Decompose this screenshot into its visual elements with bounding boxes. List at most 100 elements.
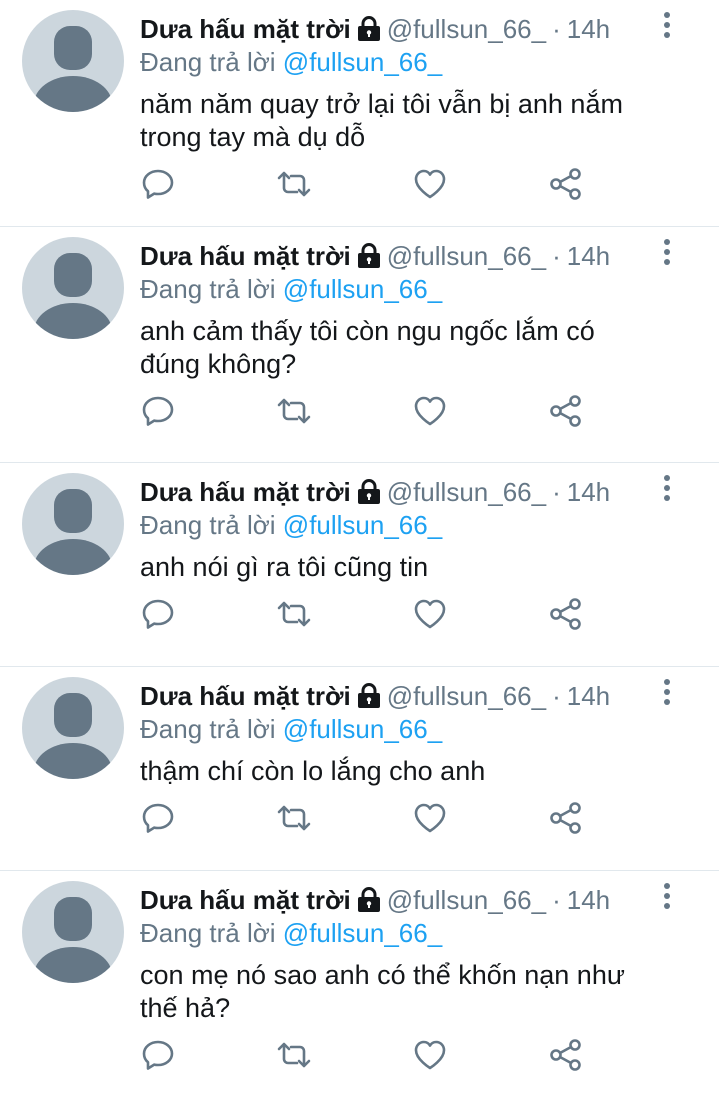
timeline: Dưa hấu mặt trời @fullsun_66_ · 14h Đang… (0, 0, 719, 1103)
tweet-header: Dưa hấu mặt trời @fullsun_66_ · 14h (140, 885, 679, 915)
share-button[interactable] (548, 800, 584, 836)
reply-icon (142, 1040, 174, 1070)
more-vertical-icon[interactable] (659, 475, 675, 505)
reply-icon (142, 599, 174, 629)
like-button[interactable] (412, 393, 448, 429)
more-vertical-icon[interactable] (659, 239, 675, 269)
user-handle[interactable]: @fullsun_66_ (387, 14, 546, 44)
separator-dot: · (552, 241, 561, 271)
reply-mention[interactable]: @fullsun_66_ (283, 918, 442, 948)
avatar[interactable] (22, 473, 124, 575)
reply-prefix: Đang trả lời (140, 918, 276, 948)
user-handle[interactable]: @fullsun_66_ (387, 241, 546, 271)
separator-dot: · (552, 681, 561, 711)
timestamp[interactable]: 14h (567, 681, 610, 711)
tweet-text: thậm chí còn lo lắng cho anh (140, 756, 486, 786)
display-name[interactable]: Dưa hấu mặt trời (140, 241, 351, 271)
retweet-icon (277, 171, 311, 197)
reply-context: Đang trả lời @fullsun_66_ (140, 713, 679, 745)
action-bar (140, 788, 719, 858)
retweet-button[interactable] (276, 800, 312, 836)
action-bar (140, 154, 719, 224)
reply-prefix: Đang trả lời (140, 47, 276, 77)
reply-context: Đang trả lời @fullsun_66_ (140, 46, 679, 78)
retweet-icon (277, 1042, 311, 1068)
lock-icon (357, 479, 380, 504)
like-button[interactable] (412, 596, 448, 632)
tweet-text: năm năm quay trở lại tôi vẫn bị anh nắm … (140, 89, 623, 152)
reply-prefix: Đang trả lời (140, 714, 276, 744)
more-vertical-icon[interactable] (659, 679, 675, 709)
like-button[interactable] (412, 800, 448, 836)
lock-icon (357, 243, 380, 268)
reply-mention[interactable]: @fullsun_66_ (283, 47, 442, 77)
retweet-button[interactable] (276, 166, 312, 202)
action-bar (140, 584, 719, 654)
share-button[interactable] (548, 596, 584, 632)
tweet[interactable]: Dưa hấu mặt trời @fullsun_66_ · 14h Đang… (0, 871, 719, 1103)
share-icon (550, 598, 581, 630)
display-name[interactable]: Dưa hấu mặt trời (140, 14, 351, 44)
like-button[interactable] (412, 166, 448, 202)
avatar[interactable] (22, 10, 124, 112)
tweet[interactable]: Dưa hấu mặt trời @fullsun_66_ · 14h Đang… (0, 463, 719, 667)
share-button[interactable] (548, 393, 584, 429)
timestamp[interactable]: 14h (567, 14, 610, 44)
share-button[interactable] (548, 166, 584, 202)
reply-button[interactable] (140, 393, 176, 429)
reply-button[interactable] (140, 1037, 176, 1073)
tweet[interactable]: Dưa hấu mặt trời @fullsun_66_ · 14h Đang… (0, 667, 719, 871)
user-handle[interactable]: @fullsun_66_ (387, 885, 546, 915)
separator-dot: · (552, 477, 561, 507)
reply-context: Đang trả lời @fullsun_66_ (140, 917, 679, 949)
lock-icon (357, 683, 380, 708)
separator-dot: · (552, 14, 561, 44)
share-icon (550, 802, 581, 834)
tweet-text: anh cảm thấy tôi còn ngu ngốc lắm có đún… (140, 316, 595, 379)
reply-mention[interactable]: @fullsun_66_ (283, 274, 442, 304)
tweet[interactable]: Dưa hấu mặt trời @fullsun_66_ · 14h Đang… (0, 227, 719, 463)
tweet-header: Dưa hấu mặt trời @fullsun_66_ · 14h (140, 477, 679, 507)
reply-mention[interactable]: @fullsun_66_ (283, 714, 442, 744)
tweet-header: Dưa hấu mặt trời @fullsun_66_ · 14h (140, 14, 679, 44)
avatar[interactable] (22, 881, 124, 983)
reply-mention[interactable]: @fullsun_66_ (283, 510, 442, 540)
separator-dot: · (552, 885, 561, 915)
avatar[interactable] (22, 677, 124, 779)
heart-icon (414, 169, 446, 199)
reply-button[interactable] (140, 166, 176, 202)
reply-icon (142, 169, 174, 199)
retweet-button[interactable] (276, 1037, 312, 1073)
heart-icon (414, 599, 446, 629)
lock-icon (357, 887, 380, 912)
avatar[interactable] (22, 237, 124, 339)
lock-icon (357, 16, 380, 41)
retweet-button[interactable] (276, 596, 312, 632)
share-button[interactable] (548, 1037, 584, 1073)
heart-icon (414, 803, 446, 833)
user-handle[interactable]: @fullsun_66_ (387, 681, 546, 711)
reply-prefix: Đang trả lời (140, 510, 276, 540)
display-name[interactable]: Dưa hấu mặt trời (140, 681, 351, 711)
heart-icon (414, 1040, 446, 1070)
tweet-header: Dưa hấu mặt trời @fullsun_66_ · 14h (140, 681, 679, 711)
action-bar (140, 1025, 719, 1095)
reply-prefix: Đang trả lời (140, 274, 276, 304)
retweet-icon (277, 398, 311, 424)
more-vertical-icon[interactable] (659, 883, 675, 913)
reply-button[interactable] (140, 800, 176, 836)
display-name[interactable]: Dưa hấu mặt trời (140, 885, 351, 915)
like-button[interactable] (412, 1037, 448, 1073)
tweet-header: Dưa hấu mặt trời @fullsun_66_ · 14h (140, 241, 679, 271)
reply-button[interactable] (140, 596, 176, 632)
user-handle[interactable]: @fullsun_66_ (387, 477, 546, 507)
more-vertical-icon[interactable] (659, 12, 675, 42)
retweet-button[interactable] (276, 393, 312, 429)
retweet-icon (277, 601, 311, 627)
display-name[interactable]: Dưa hấu mặt trời (140, 477, 351, 507)
timestamp[interactable]: 14h (567, 241, 610, 271)
timestamp[interactable]: 14h (567, 477, 610, 507)
tweet[interactable]: Dưa hấu mặt trời @fullsun_66_ · 14h Đang… (0, 0, 719, 227)
timestamp[interactable]: 14h (567, 885, 610, 915)
share-icon (550, 395, 581, 427)
